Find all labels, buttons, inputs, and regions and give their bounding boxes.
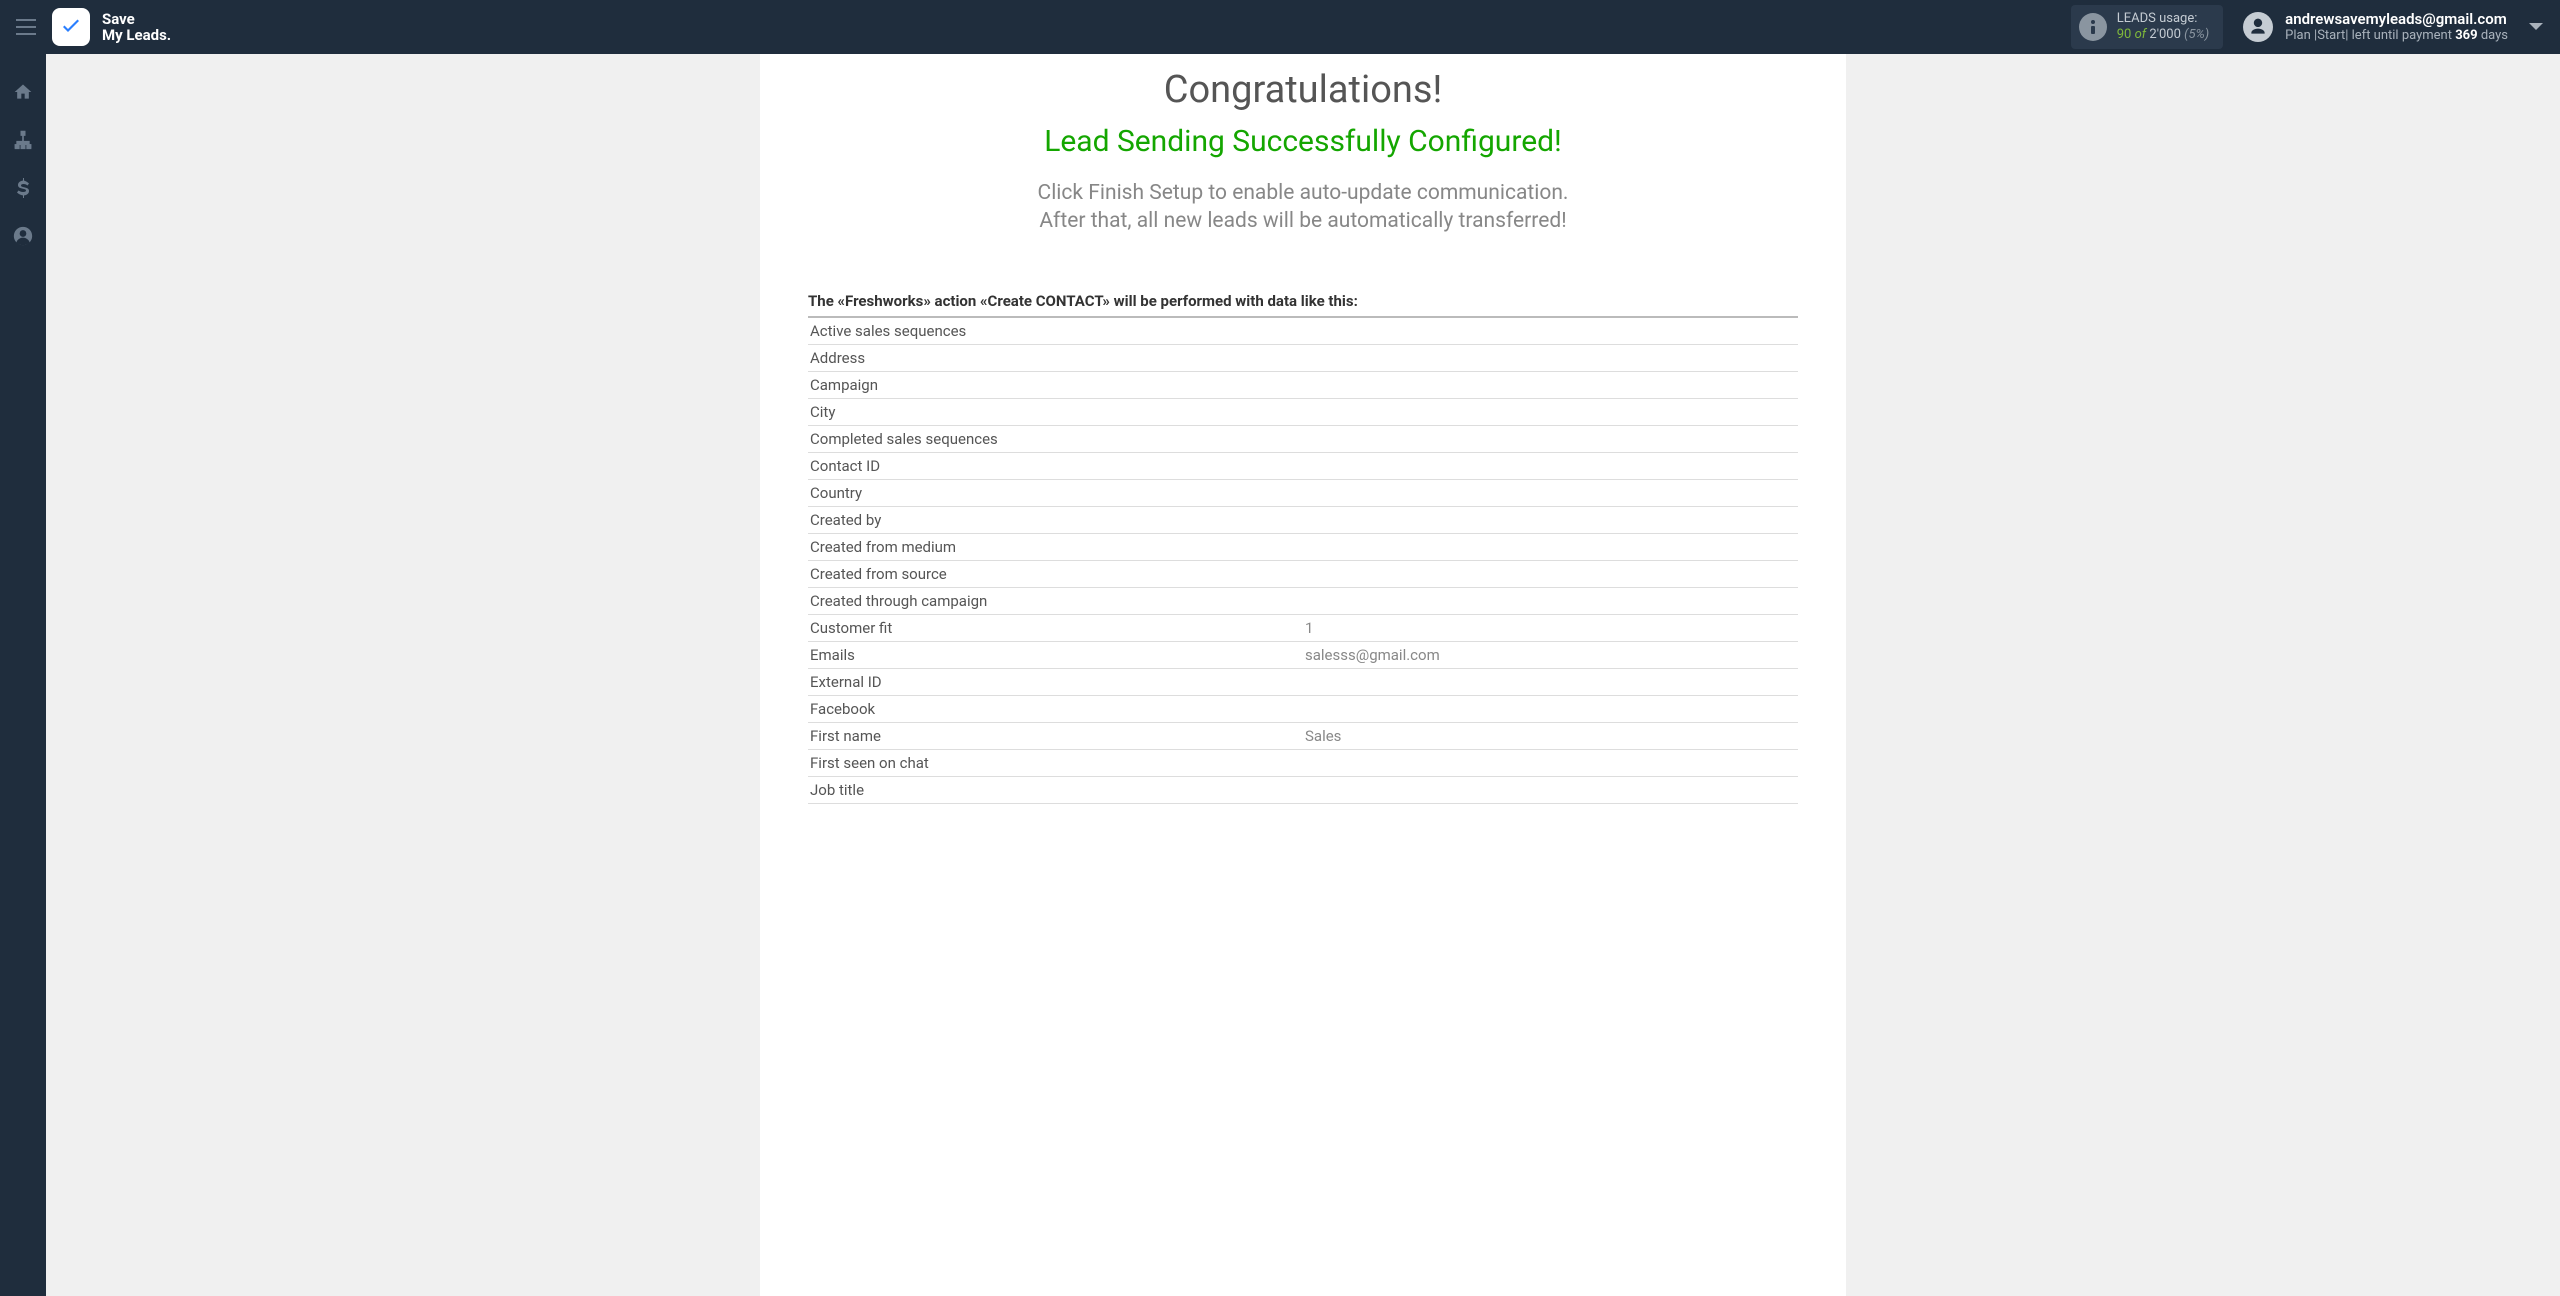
field-label: Facebook	[808, 695, 1303, 722]
field-value: 1	[1303, 614, 1798, 641]
sidebar-item-home[interactable]	[13, 82, 33, 102]
field-label: First seen on chat	[808, 749, 1303, 776]
table-row: External ID	[808, 668, 1798, 695]
field-preview-table: Active sales sequencesAddressCampaignCit…	[808, 316, 1798, 804]
table-row: Contact ID	[808, 452, 1798, 479]
table-row: City	[808, 398, 1798, 425]
sidebar-item-profile[interactable]	[13, 226, 33, 246]
sidebar	[0, 54, 46, 1296]
usage-of: of	[2135, 27, 2147, 42]
logo-line2: My Leads.	[102, 27, 171, 44]
content-card: Congratulations! Lead Sending Successful…	[760, 54, 1846, 1296]
sidebar-item-billing[interactable]	[13, 178, 33, 198]
dollar-icon	[17, 178, 29, 198]
field-value	[1303, 749, 1798, 776]
table-row: Created from source	[808, 560, 1798, 587]
field-label: Contact ID	[808, 452, 1303, 479]
app-header: Save My Leads. LEADS usage: 90 of 2'000 …	[0, 0, 2560, 54]
field-value	[1303, 344, 1798, 371]
field-value	[1303, 668, 1798, 695]
field-value	[1303, 317, 1798, 345]
logo-line1: Save	[102, 11, 171, 28]
field-value	[1303, 452, 1798, 479]
avatar	[2243, 12, 2273, 42]
field-value	[1303, 425, 1798, 452]
table-row: Created from medium	[808, 533, 1798, 560]
field-label: Country	[808, 479, 1303, 506]
table-row: Emailssalesss@gmail.com	[808, 641, 1798, 668]
field-value	[1303, 506, 1798, 533]
usage-current: 90	[2117, 27, 2132, 42]
user-circle-icon	[13, 226, 33, 246]
field-value	[1303, 533, 1798, 560]
table-row: Facebook	[808, 695, 1798, 722]
field-value	[1303, 398, 1798, 425]
instructions: Click Finish Setup to enable auto-update…	[760, 179, 1846, 236]
field-label: External ID	[808, 668, 1303, 695]
field-value: Sales	[1303, 722, 1798, 749]
account-menu-toggle[interactable]	[2528, 22, 2544, 32]
action-heading: The «Freshworks» action «Create CONTACT»…	[808, 292, 1798, 310]
main-area: Congratulations! Lead Sending Successful…	[46, 54, 2560, 1296]
page-title: Congratulations!	[760, 54, 1846, 112]
field-label: Customer fit	[808, 614, 1303, 641]
check-icon	[59, 15, 83, 39]
field-label: Job title	[808, 776, 1303, 803]
field-label: Campaign	[808, 371, 1303, 398]
instructions-line1: Click Finish Setup to enable auto-update…	[760, 179, 1846, 207]
usage-percent: (5%)	[2184, 27, 2209, 42]
instructions-line2: After that, all new leads will be automa…	[760, 207, 1846, 235]
field-label: Created from source	[808, 560, 1303, 587]
logo-mark[interactable]	[52, 8, 90, 46]
logo-text: Save My Leads.	[102, 11, 171, 44]
table-row: Country	[808, 479, 1798, 506]
home-icon	[13, 82, 33, 102]
usage-label: LEADS usage:	[2117, 11, 2209, 27]
field-value	[1303, 695, 1798, 722]
table-row: Created by	[808, 506, 1798, 533]
table-row: Job title	[808, 776, 1798, 803]
field-label: Active sales sequences	[808, 317, 1303, 345]
table-row: First seen on chat	[808, 749, 1798, 776]
field-value	[1303, 560, 1798, 587]
field-label: Emails	[808, 641, 1303, 668]
table-row: Created through campaign	[808, 587, 1798, 614]
account-block[interactable]: andrewsavemyleads@gmail.com Plan |Start|…	[2243, 10, 2508, 45]
field-label: City	[808, 398, 1303, 425]
field-value: salesss@gmail.com	[1303, 641, 1798, 668]
field-value	[1303, 371, 1798, 398]
table-row: Address	[808, 344, 1798, 371]
field-label: Completed sales sequences	[808, 425, 1303, 452]
menu-toggle-button[interactable]	[16, 19, 36, 35]
account-text: andrewsavemyleads@gmail.com Plan |Start|…	[2285, 10, 2508, 45]
hamburger-icon	[16, 19, 36, 35]
layout: Congratulations! Lead Sending Successful…	[0, 54, 2560, 1296]
field-label: Created through campaign	[808, 587, 1303, 614]
table-row: First nameSales	[808, 722, 1798, 749]
success-message: Lead Sending Successfully Configured!	[760, 124, 1846, 159]
account-plan: Plan |Start| left until payment 369 days	[2285, 28, 2508, 44]
chevron-down-icon	[2528, 22, 2544, 32]
usage-total: 2'000	[2149, 27, 2181, 42]
sidebar-item-integrations[interactable]	[13, 130, 33, 150]
field-label: First name	[808, 722, 1303, 749]
info-icon	[2079, 13, 2107, 41]
table-row: Active sales sequences	[808, 317, 1798, 345]
usage-text: LEADS usage: 90 of 2'000 (5%)	[2117, 11, 2209, 44]
table-row: Campaign	[808, 371, 1798, 398]
field-value	[1303, 587, 1798, 614]
field-label: Address	[808, 344, 1303, 371]
usage-badge[interactable]: LEADS usage: 90 of 2'000 (5%)	[2071, 5, 2223, 50]
user-icon	[2248, 17, 2268, 37]
field-label: Created by	[808, 506, 1303, 533]
table-row: Customer fit1	[808, 614, 1798, 641]
sitemap-icon	[13, 130, 33, 150]
field-label: Created from medium	[808, 533, 1303, 560]
account-email: andrewsavemyleads@gmail.com	[2285, 10, 2508, 29]
field-value	[1303, 776, 1798, 803]
table-row: Completed sales sequences	[808, 425, 1798, 452]
field-value	[1303, 479, 1798, 506]
